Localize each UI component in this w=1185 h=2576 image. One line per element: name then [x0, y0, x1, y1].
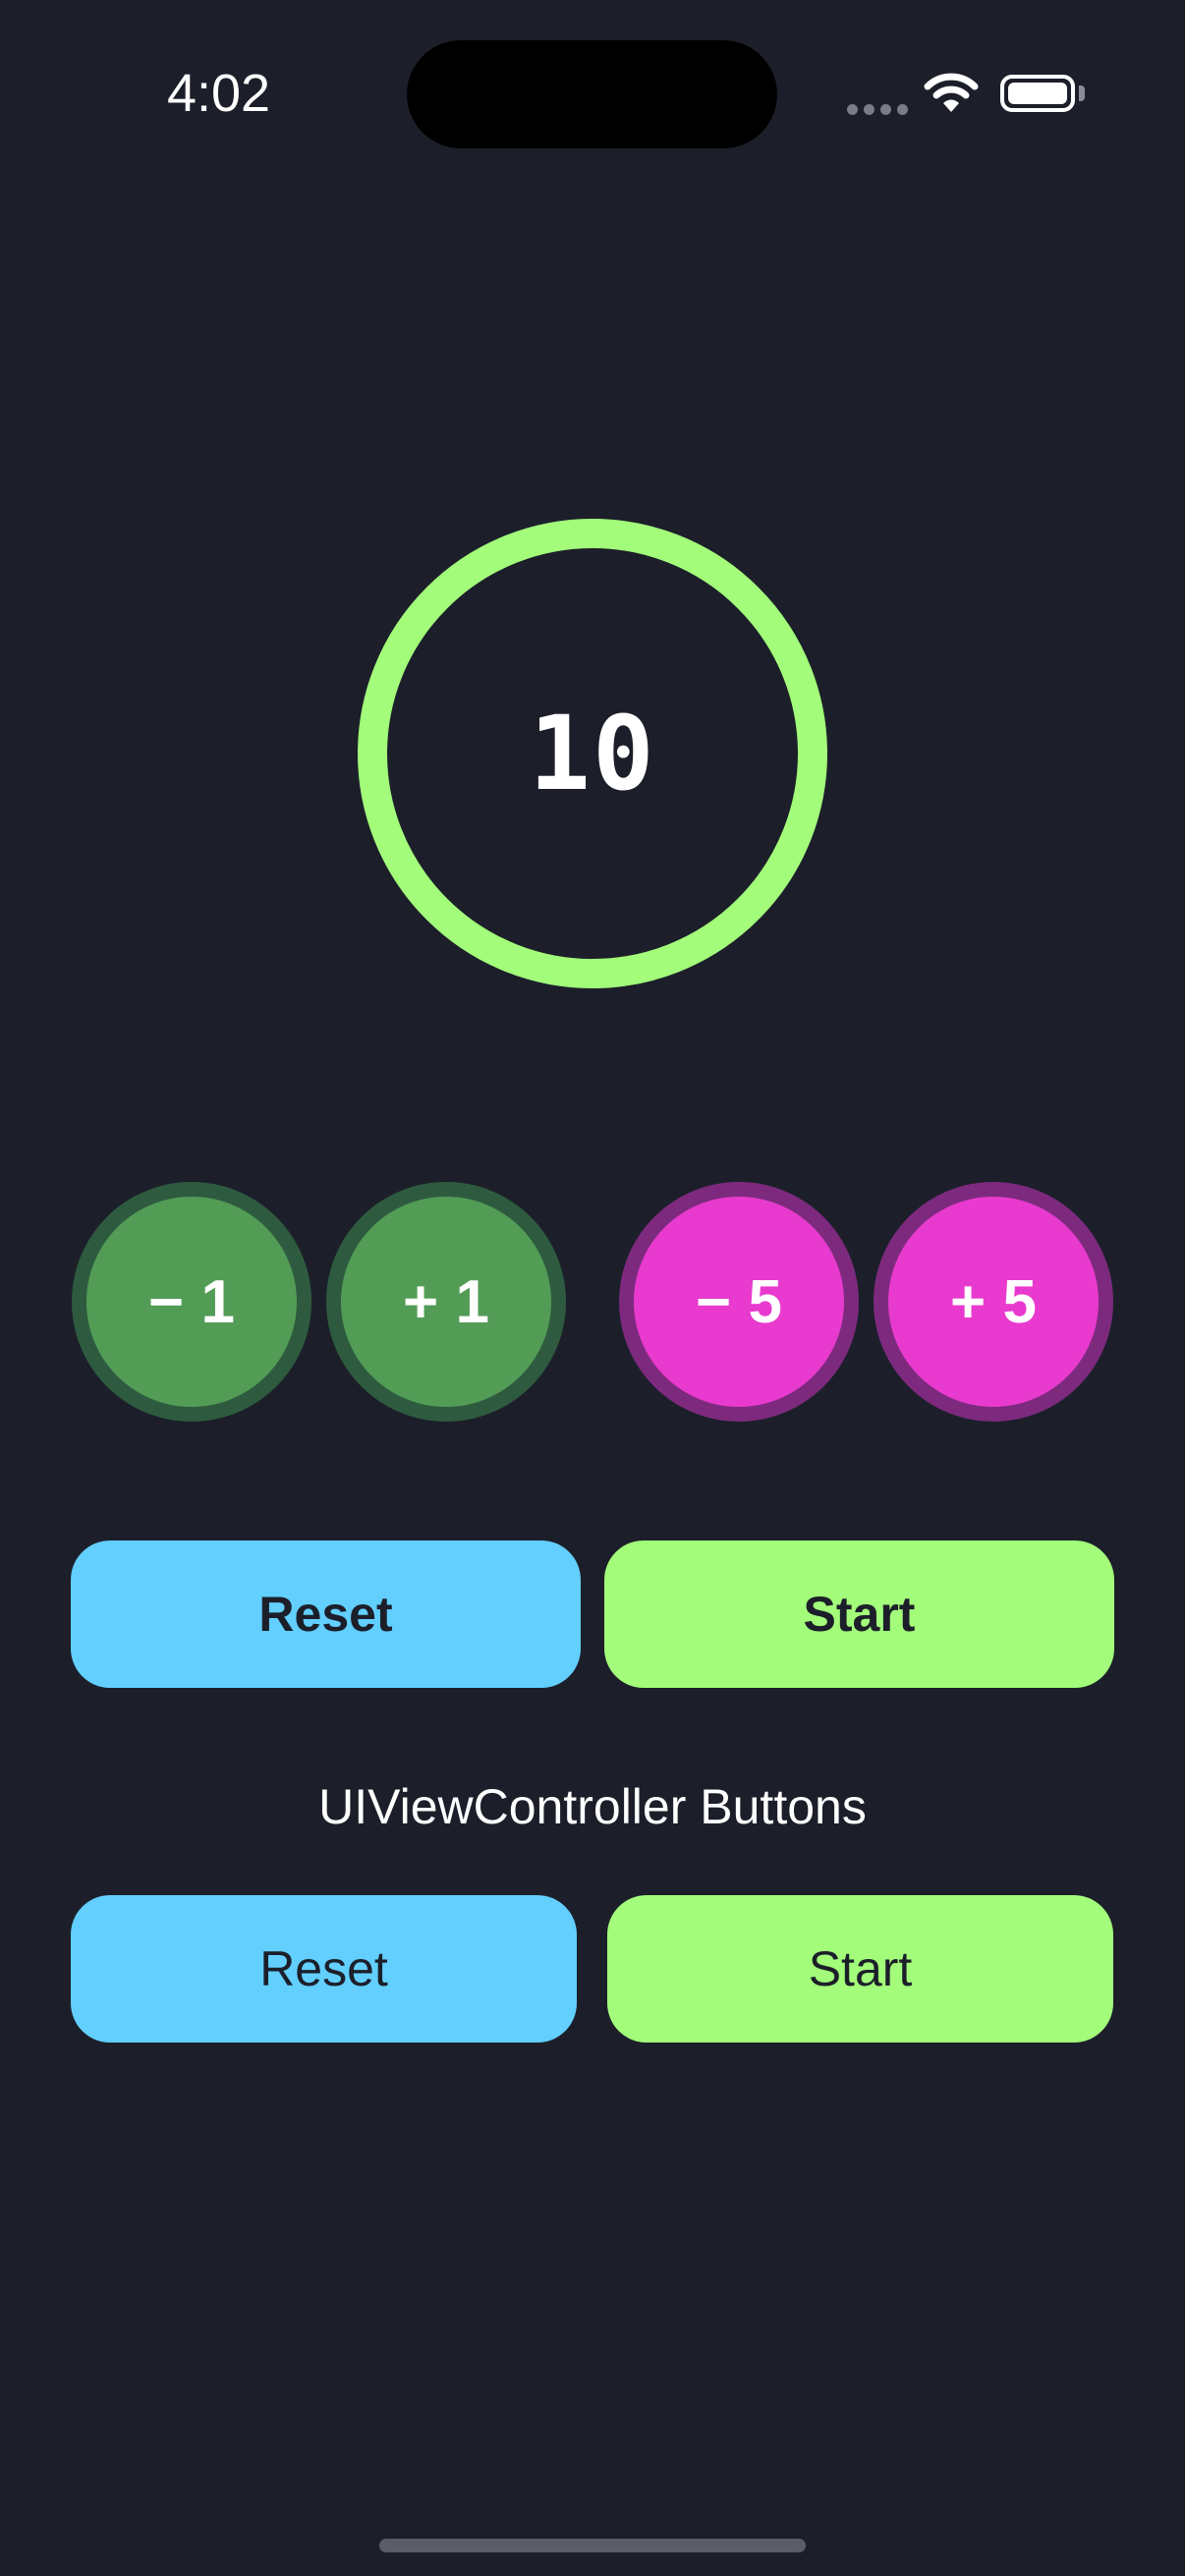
- start-button[interactable]: Start: [604, 1540, 1114, 1688]
- status-time: 4:02: [166, 64, 271, 123]
- vc-start-button[interactable]: Start: [607, 1895, 1113, 2043]
- home-indicator[interactable]: [379, 2539, 806, 2552]
- vc-reset-button[interactable]: Reset: [71, 1895, 577, 2043]
- increment-5-button[interactable]: + 5: [874, 1182, 1113, 1422]
- counter-value: 10: [529, 694, 656, 813]
- dynamic-island: [407, 40, 777, 148]
- battery-cap: [1079, 85, 1085, 101]
- section-heading: UIViewController Buttons: [318, 1779, 867, 1834]
- decrement-5-button[interactable]: − 5: [619, 1182, 859, 1422]
- counter-ring: 10: [358, 519, 827, 988]
- battery-icon: [1000, 75, 1075, 112]
- increment-1-button[interactable]: + 1: [326, 1182, 566, 1422]
- cellular-signal-icon: [847, 102, 908, 116]
- wifi-icon: [924, 73, 979, 112]
- decrement-1-button[interactable]: − 1: [72, 1182, 311, 1422]
- reset-button[interactable]: Reset: [71, 1540, 581, 1688]
